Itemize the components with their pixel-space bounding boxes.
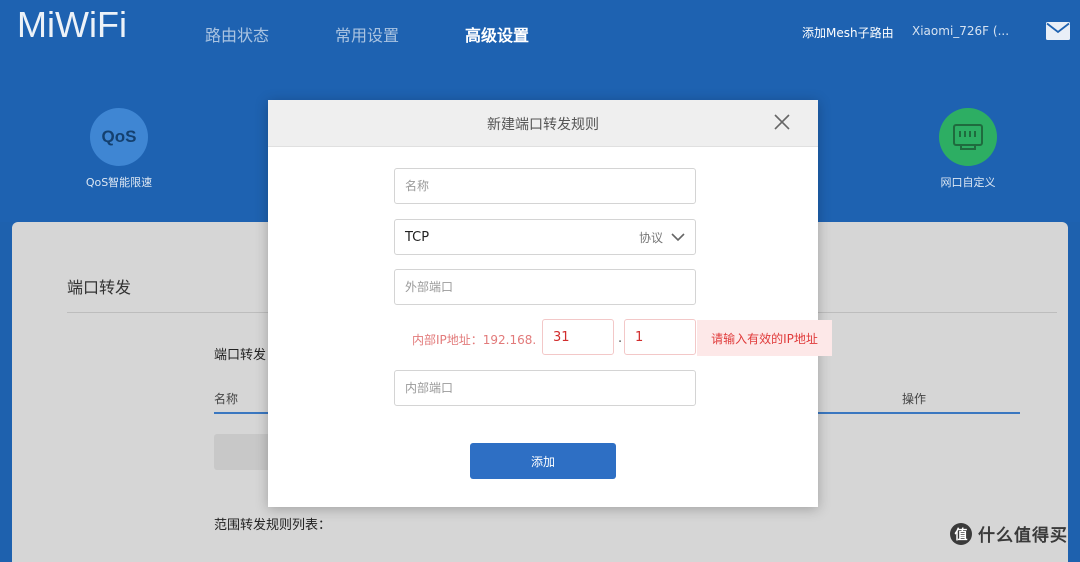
new-port-forward-dialog: 新建端口转发规则 TCP 协议 内部IP地址：192.168. . 请输入有效的… xyxy=(268,100,832,507)
protocol-value: TCP xyxy=(405,229,430,245)
internal-port-input[interactable] xyxy=(395,371,695,405)
ip-octet4-field[interactable] xyxy=(624,319,696,355)
nav-advanced-settings[interactable]: 高级设置 xyxy=(465,22,529,46)
chevron-down-icon xyxy=(671,232,685,241)
router-name-dropdown[interactable]: Xiaomi_726F (... xyxy=(912,24,1009,38)
watermark: 值 什么值得买 xyxy=(950,521,1068,546)
name-field[interactable] xyxy=(394,168,696,204)
nav-common-settings[interactable]: 常用设置 xyxy=(335,22,399,46)
external-port-input[interactable] xyxy=(395,270,695,304)
ip-octet3-field[interactable] xyxy=(542,319,614,355)
dialog-title: 新建端口转发规则 xyxy=(487,117,599,133)
watermark-logo: 值 xyxy=(950,522,972,545)
feature-qos[interactable]: QoS QoS智能限速 xyxy=(79,108,159,190)
add-mesh-node-link[interactable]: 添加Mesh子路由 xyxy=(802,24,894,41)
panel-title: 端口转发 xyxy=(67,278,132,297)
ethernet-port-icon xyxy=(939,108,997,166)
port-forward-list-title: 端口转发 xyxy=(214,348,267,363)
name-input[interactable] xyxy=(395,169,695,203)
column-header-action: 操作 xyxy=(902,392,927,406)
protocol-label: 协议 xyxy=(638,230,663,245)
close-icon[interactable] xyxy=(772,112,792,132)
ip-error-tooltip: 请输入有效的IP地址 xyxy=(697,320,832,356)
ip-octet3-input[interactable] xyxy=(543,320,613,354)
protocol-select[interactable]: TCP 协议 xyxy=(394,219,696,255)
mail-icon[interactable] xyxy=(1046,22,1070,40)
internal-port-field[interactable] xyxy=(394,370,696,406)
watermark-text: 什么值得买 xyxy=(978,526,1068,546)
miwifi-logo[interactable]: MiWiFi xyxy=(17,4,127,46)
feature-qos-label: QoS智能限速 xyxy=(85,176,153,189)
table-row xyxy=(214,434,274,470)
feature-port-custom-label: 网口自定义 xyxy=(940,176,996,189)
ip-separator: . xyxy=(618,331,623,346)
add-button[interactable]: 添加 xyxy=(470,443,616,479)
nav-router-status[interactable]: 路由状态 xyxy=(205,22,269,46)
qos-icon: QoS xyxy=(90,108,148,166)
dialog-header: 新建端口转发规则 xyxy=(268,100,818,147)
external-port-field[interactable] xyxy=(394,269,696,305)
column-header-name: 名称 xyxy=(214,392,239,406)
feature-port-custom[interactable]: 网口自定义 xyxy=(928,108,1008,190)
range-forward-list-title: 范围转发规则列表： xyxy=(214,518,332,533)
ip-octet4-input[interactable] xyxy=(625,320,695,354)
internal-ip-label: 内部IP地址：192.168. xyxy=(412,333,537,347)
